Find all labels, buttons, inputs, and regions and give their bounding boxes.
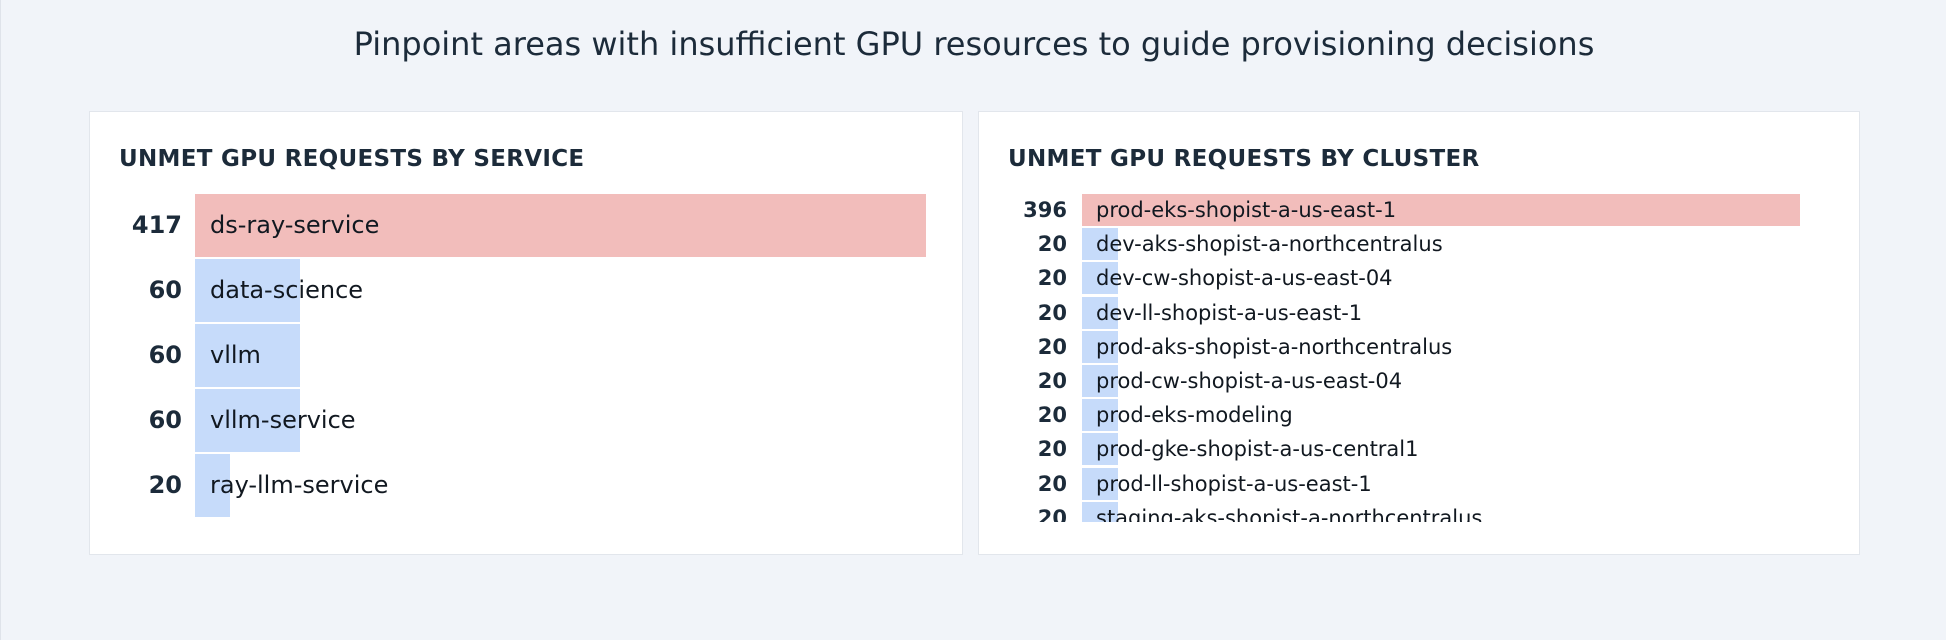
cluster-row-label: dev-aks-shopist-a-northcentralus xyxy=(1096,232,1443,257)
cluster-row-value: 20 xyxy=(1037,232,1067,257)
service-row-label: ds-ray-service xyxy=(210,211,380,239)
cluster-row[interactable]: 20 staging-aks-shopist-a-northcentralus xyxy=(979,501,1861,522)
service-row-value: 60 xyxy=(148,341,182,369)
page-title: Pinpoint areas with insufficient GPU res… xyxy=(353,25,1595,63)
service-row[interactable]: 60 vllm xyxy=(90,324,964,387)
cluster-row[interactable]: 20 prod-gke-shopist-a-us-central1 xyxy=(979,433,1861,466)
cluster-row-label: prod-cw-shopist-a-us-east-04 xyxy=(1096,369,1403,393)
service-row-value: 60 xyxy=(148,276,182,304)
cluster-row[interactable]: 20 dev-aks-shopist-a-northcentralus xyxy=(979,228,1861,261)
cluster-row[interactable]: 20 dev-cw-shopist-a-us-east-04 xyxy=(979,262,1861,295)
cluster-row[interactable]: 20 prod-cw-shopist-a-us-east-04 xyxy=(979,365,1861,397)
service-row-label: vllm-service xyxy=(210,406,356,434)
cluster-row[interactable]: 20 prod-ll-shopist-a-us-east-1 xyxy=(979,467,1861,500)
cluster-row-value: 20 xyxy=(1037,300,1067,325)
service-row-label: vllm xyxy=(210,341,261,369)
cluster-row-label: prod-eks-shopist-a-us-east-1 xyxy=(1096,198,1397,222)
cluster-row-value: 20 xyxy=(1037,403,1067,428)
service-panel-title: UNMET GPU REQUESTS BY SERVICE xyxy=(119,146,585,172)
cluster-row-label: prod-eks-modeling xyxy=(1096,403,1293,428)
service-row-label: ray-llm-service xyxy=(210,471,389,499)
cluster-row-label: prod-gke-shopist-a-us-central1 xyxy=(1096,437,1419,462)
cluster-row-label: prod-ll-shopist-a-us-east-1 xyxy=(1096,471,1372,496)
cluster-row[interactable]: 20 prod-eks-modeling xyxy=(979,399,1861,432)
service-row-value: 60 xyxy=(148,406,182,434)
service-bar-list: 417 ds-ray-service 60 data-science 60 vllm 60 v… xyxy=(90,194,964,534)
cluster-row-value: 20 xyxy=(1037,471,1067,496)
cluster-row-value: 20 xyxy=(1037,369,1067,393)
cluster-row[interactable]: 396 prod-eks-shopist-a-us-east-1 xyxy=(979,194,1861,226)
cluster-row-label: prod-aks-shopist-a-northcentralus xyxy=(1096,334,1453,359)
service-row[interactable]: 20 ray-llm-service xyxy=(90,454,964,517)
cluster-row-value: 20 xyxy=(1037,505,1067,522)
service-row-value: 20 xyxy=(148,471,182,499)
cluster-panel: UNMET GPU REQUESTS BY CLUSTER 396 prod-ek… xyxy=(978,111,1860,555)
service-row[interactable]: 417 ds-ray-service xyxy=(90,194,964,257)
cluster-row-value: 20 xyxy=(1037,437,1067,462)
cluster-row[interactable]: 20 dev-ll-shopist-a-us-east-1 xyxy=(979,296,1861,329)
cluster-row-value: 396 xyxy=(1023,198,1067,222)
cluster-row-value: 20 xyxy=(1037,334,1067,359)
cluster-row-value: 20 xyxy=(1037,266,1067,291)
cluster-row-label: staging-aks-shopist-a-northcentralus xyxy=(1096,505,1483,522)
service-row[interactable]: 60 data-science xyxy=(90,259,964,322)
cluster-row[interactable]: 20 prod-aks-shopist-a-northcentralus xyxy=(979,330,1861,363)
cluster-panel-title: UNMET GPU REQUESTS BY CLUSTER xyxy=(1008,146,1480,172)
service-row-label: data-science xyxy=(210,276,364,304)
cluster-row-label: dev-cw-shopist-a-us-east-04 xyxy=(1096,266,1393,291)
service-panel: UNMET GPU REQUESTS BY SERVICE 417 ds-ray-… xyxy=(89,111,963,555)
service-row[interactable]: 60 vllm-service xyxy=(90,389,964,452)
cluster-bar-list[interactable]: 396 prod-eks-shopist-a-us-east-1 20 dev-aks… xyxy=(979,194,1861,522)
service-row-value: 417 xyxy=(131,211,182,239)
cluster-row-label: dev-ll-shopist-a-us-east-1 xyxy=(1096,300,1363,325)
